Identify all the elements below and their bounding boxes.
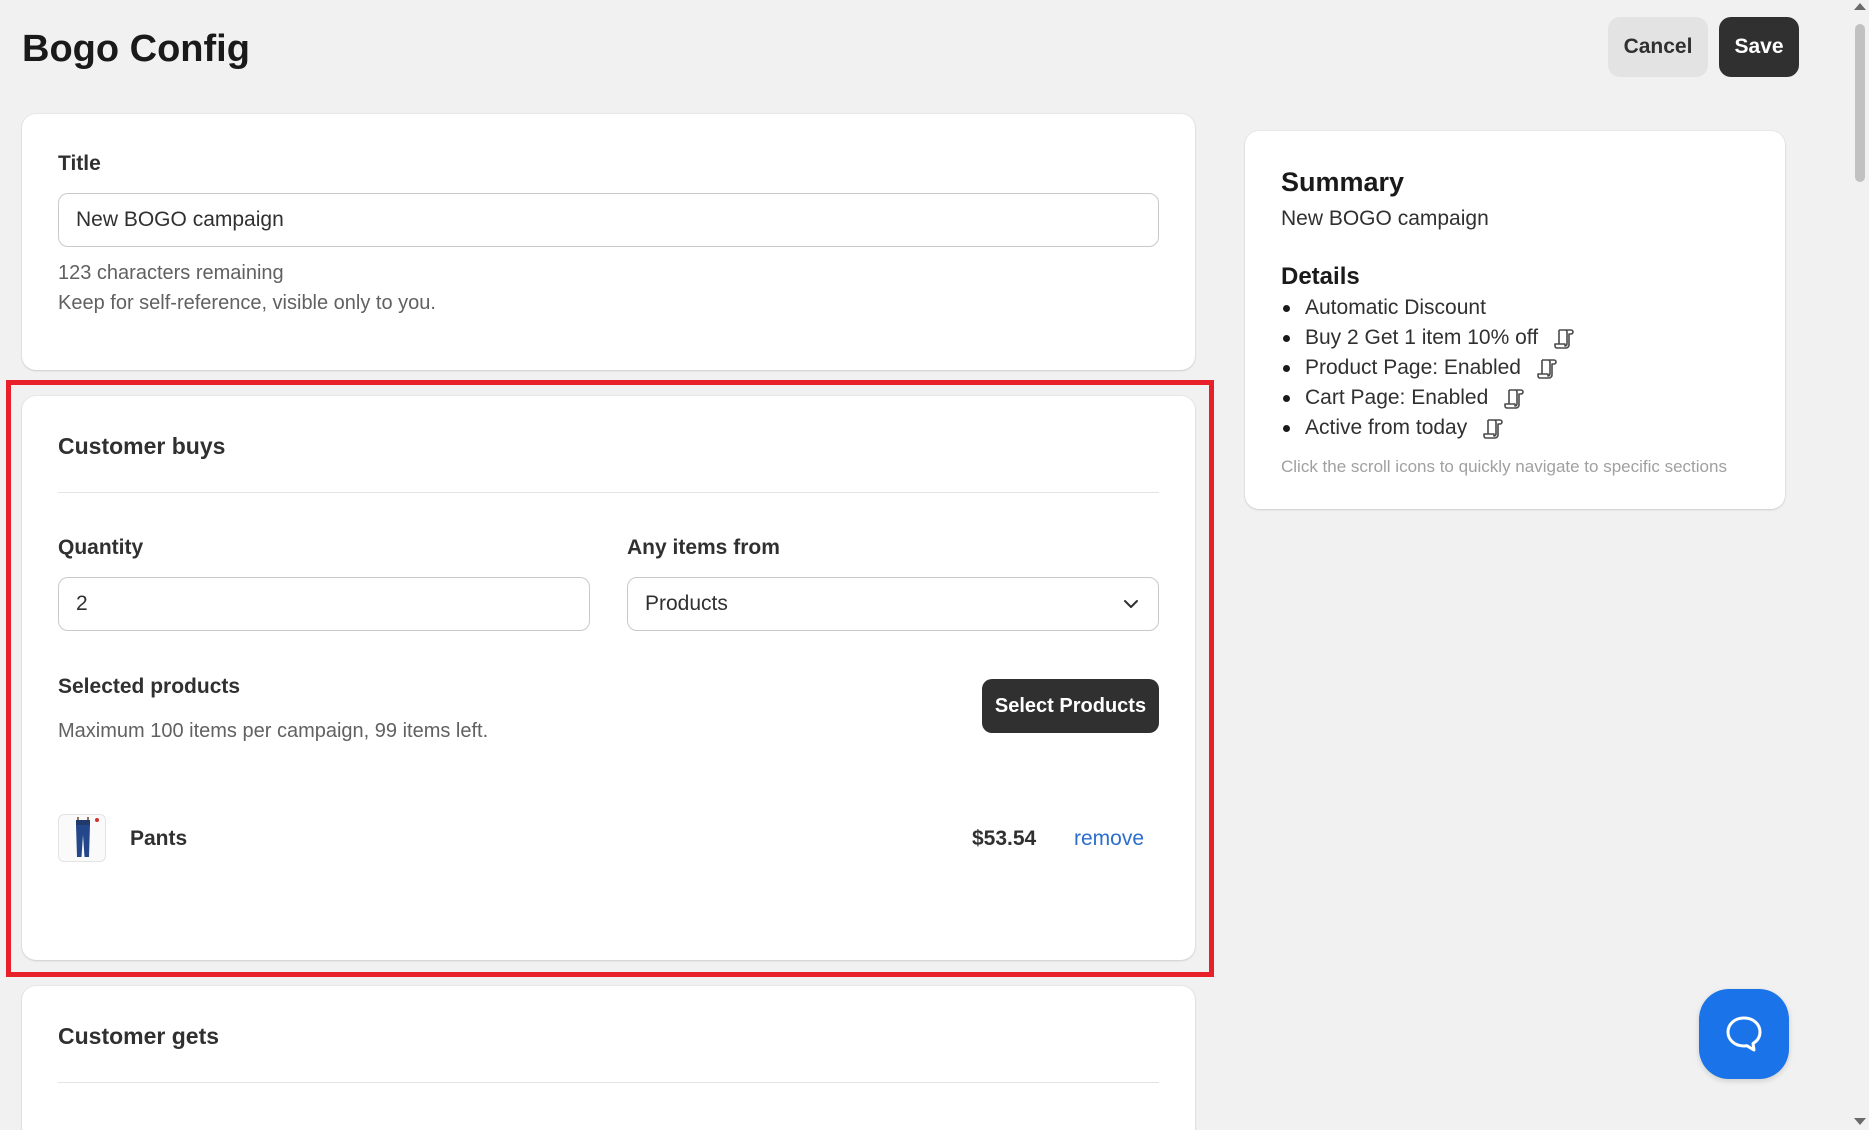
customer-buys-heading: Customer buys — [58, 433, 226, 459]
product-name: Pants — [130, 827, 188, 850]
cancel-button[interactable]: Cancel — [1608, 17, 1708, 77]
detail-item-text: Product Page: Enabled — [1305, 356, 1521, 379]
chars-remaining-text: 123 characters remaining — [58, 262, 284, 284]
bogo-config-page: Bogo Config Cancel Save Title New BOGO c… — [0, 0, 1869, 1130]
page-title: Bogo Config — [22, 28, 250, 70]
detail-item: Active from today — [1281, 413, 1576, 443]
scroll-icon[interactable] — [1535, 356, 1559, 380]
items-from-select[interactable]: Products — [627, 577, 1159, 631]
quantity-label: Quantity — [58, 536, 144, 559]
summary-campaign-name: New BOGO campaign — [1281, 207, 1489, 230]
title-label: Title — [58, 152, 101, 175]
detail-item: Cart Page: Enabled — [1281, 383, 1576, 413]
items-from-select-value: Products — [645, 592, 728, 615]
chevron-down-icon — [1124, 600, 1138, 608]
select-products-button[interactable]: Select Products — [982, 679, 1159, 733]
summary-card: Summary New BOGO campaign Details Automa… — [1245, 131, 1785, 509]
section-divider — [58, 1082, 1159, 1083]
detail-item: Product Page: Enabled — [1281, 353, 1576, 383]
detail-item-text: Automatic Discount — [1305, 296, 1486, 319]
customer-buys-card: Customer buys Quantity 2 Any items from … — [22, 396, 1195, 960]
details-list: Automatic Discount Buy 2 Get 1 item 10% … — [1281, 293, 1576, 443]
detail-item-text: Buy 2 Get 1 item 10% off — [1305, 326, 1539, 349]
product-price: $53.54 — [972, 827, 1037, 850]
items-from-label: Any items from — [627, 536, 780, 559]
detail-item: Automatic Discount — [1281, 293, 1576, 323]
chat-bubble-icon — [1726, 1016, 1762, 1052]
scrollbar-thumb[interactable] — [1855, 24, 1865, 182]
title-input[interactable]: New BOGO campaign — [58, 193, 1159, 247]
scroll-down-arrow-icon[interactable] — [1854, 1118, 1866, 1125]
quantity-input-value: 2 — [76, 592, 88, 615]
page-scrollbar[interactable] — [1850, 0, 1869, 1130]
product-thumbnail — [58, 814, 106, 862]
selected-products-label: Selected products — [58, 675, 241, 698]
quantity-input[interactable]: 2 — [58, 577, 590, 631]
customer-gets-heading: Customer gets — [58, 1023, 220, 1049]
section-divider — [58, 492, 1159, 493]
scroll-icon[interactable] — [1502, 386, 1526, 410]
detail-item: Buy 2 Get 1 item 10% off — [1281, 323, 1576, 353]
save-button[interactable]: Save — [1719, 17, 1799, 77]
summary-heading: Summary — [1281, 167, 1405, 197]
scroll-up-arrow-icon[interactable] — [1854, 3, 1866, 10]
scroll-icon[interactable] — [1552, 326, 1576, 350]
summary-hint: Click the scroll icons to quickly naviga… — [1281, 457, 1727, 476]
title-help-text: Keep for self-reference, visible only to… — [58, 292, 436, 314]
selected-products-help: Maximum 100 items per campaign, 99 items… — [58, 720, 489, 742]
detail-item-text: Active from today — [1305, 416, 1468, 439]
remove-product-link[interactable]: remove — [1074, 827, 1144, 851]
title-input-value: New BOGO campaign — [76, 208, 284, 231]
detail-item-text: Cart Page: Enabled — [1305, 386, 1489, 409]
chat-button[interactable] — [1699, 989, 1789, 1079]
title-card: Title New BOGO campaign 123 characters r… — [22, 114, 1195, 370]
scroll-icon[interactable] — [1481, 416, 1505, 440]
customer-gets-card: Customer gets — [22, 986, 1195, 1130]
details-heading: Details — [1281, 263, 1360, 290]
